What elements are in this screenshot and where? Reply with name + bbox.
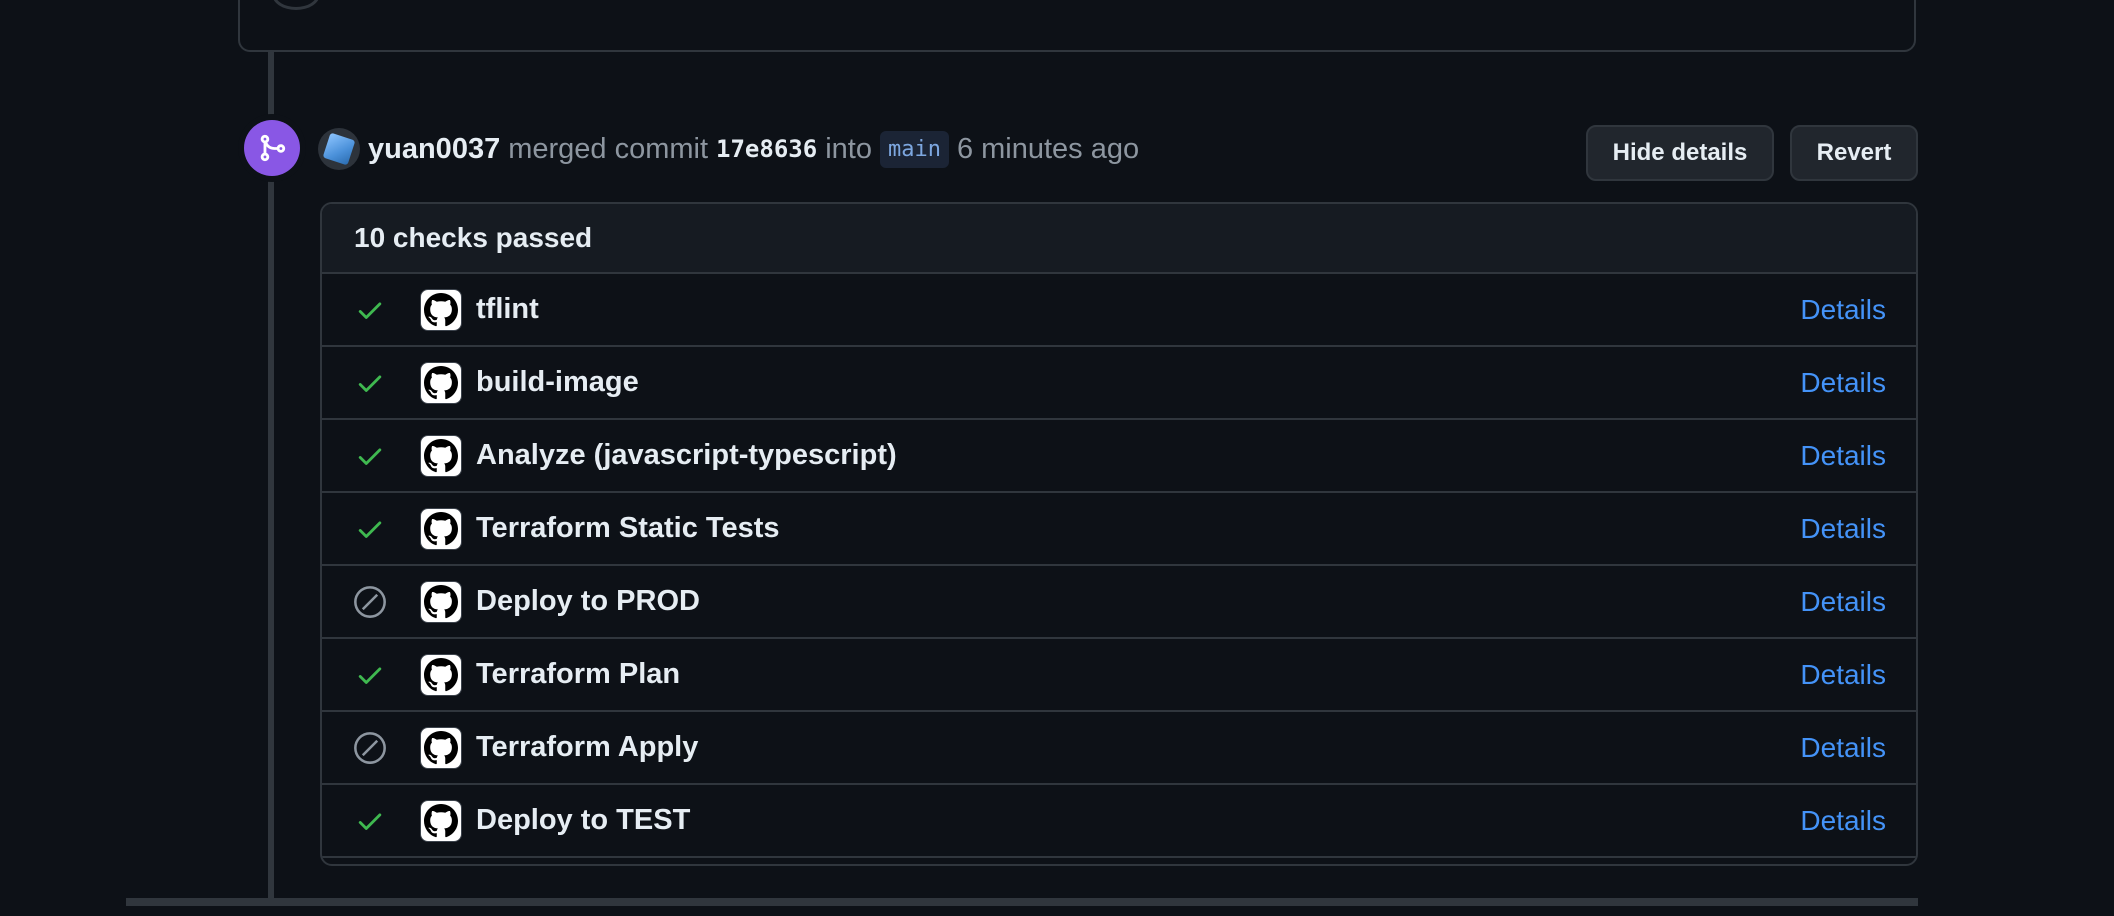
check-row: Terraform Plan Details (322, 639, 1916, 712)
check-icon (352, 292, 388, 328)
github-mark-icon[interactable] (420, 799, 462, 842)
time-ago[interactable]: 6 minutes ago (957, 133, 1139, 166)
check-name: Deploy to TEST (476, 804, 691, 836)
check-icon (352, 657, 388, 693)
github-mark-icon[interactable] (420, 653, 462, 696)
check-name: Terraform Static Tests (476, 512, 780, 544)
author-link[interactable]: yuan0037 (368, 133, 500, 166)
github-mark-icon[interactable] (420, 507, 462, 550)
details-link[interactable]: Details (1800, 367, 1886, 399)
check-row: Deploy to TEST Details (322, 785, 1916, 858)
check-name: Analyze (javascript-typescript) (476, 439, 897, 471)
check-name: Terraform Plan (476, 658, 681, 690)
checks-summary: 10 checks passed (322, 204, 1916, 274)
commit-sha-link[interactable]: 17e8636 (716, 135, 817, 163)
previous-timeline-card (238, 0, 1916, 52)
github-mark-icon[interactable] (420, 580, 462, 623)
details-link[interactable]: Details (1800, 732, 1886, 764)
check-row: Analyze (javascript-typescript) Details (322, 420, 1916, 493)
check-icon (352, 365, 388, 401)
github-mark-icon[interactable] (420, 726, 462, 769)
check-row: Terraform Apply Details (322, 712, 1916, 785)
github-mark-icon[interactable] (420, 361, 462, 404)
skip-icon (352, 584, 388, 620)
check-row: Terraform Static Tests Details (322, 493, 1916, 566)
check-icon (352, 803, 388, 839)
merge-event-description: yuan0037 merged commit 17e8636 into main… (318, 126, 1139, 172)
branch-name[interactable]: main (879, 130, 949, 168)
details-link[interactable]: Details (1800, 659, 1886, 691)
check-row: build-image Details (322, 347, 1916, 420)
check-icon (352, 438, 388, 474)
check-icon (352, 511, 388, 547)
pull-request-timeline: yuan0037 merged commit 17e8636 into main… (0, 0, 2114, 916)
skip-icon (352, 730, 388, 766)
merge-event-badge (244, 120, 300, 176)
git-merge-icon (260, 134, 286, 162)
details-link[interactable]: Details (1800, 586, 1886, 618)
into-text: into (825, 132, 872, 165)
check-list: tflint Details build-image Details Analyze (… (322, 274, 1916, 858)
check-name: Deploy to PROD (476, 585, 700, 617)
hide-details-button[interactable]: Hide details (1586, 125, 1774, 181)
checks-panel: 10 checks passed tflint Details build-imag… (320, 202, 1918, 866)
github-mark-icon[interactable] (420, 434, 462, 477)
timeline-connector (268, 52, 274, 902)
check-row: Deploy to PROD Details (322, 566, 1916, 639)
details-link[interactable]: Details (1800, 805, 1886, 837)
details-link[interactable]: Details (1800, 294, 1886, 326)
details-link[interactable]: Details (1800, 513, 1886, 545)
details-link[interactable]: Details (1800, 440, 1886, 472)
revert-button[interactable]: Revert (1790, 125, 1918, 181)
check-row: tflint Details (322, 274, 1916, 347)
timeline-bottom-divider (126, 898, 1918, 906)
avatar[interactable] (318, 128, 360, 170)
merge-action-text: merged commit (508, 132, 709, 165)
check-name: tflint (476, 293, 539, 325)
check-name: build-image (476, 366, 639, 398)
check-name: Terraform Apply (476, 731, 699, 763)
github-mark-icon[interactable] (420, 288, 462, 331)
